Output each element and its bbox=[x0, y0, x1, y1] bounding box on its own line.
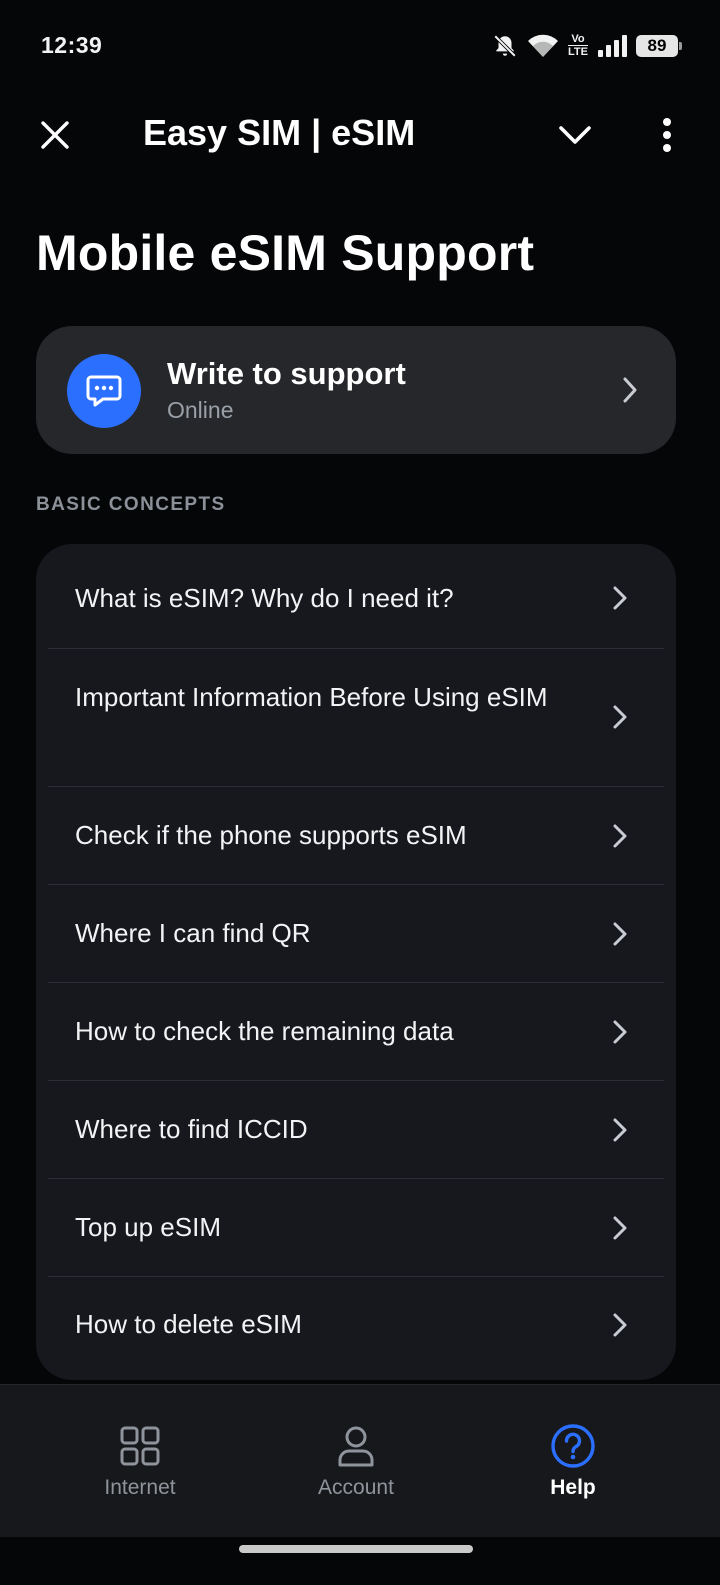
close-button[interactable] bbox=[30, 110, 80, 160]
more-options-button[interactable] bbox=[647, 110, 687, 160]
bottom-nav: Internet Account Help bbox=[0, 1384, 720, 1537]
close-icon bbox=[41, 121, 69, 149]
faq-item-find-iccid[interactable]: Where to find ICCID bbox=[36, 1081, 676, 1178]
support-title: Write to support bbox=[167, 356, 406, 391]
page-title: Mobile eSIM Support bbox=[36, 225, 535, 281]
faq-item-what-is-esim[interactable]: What is eSIM? Why do I need it? bbox=[36, 544, 676, 648]
faq-item-important-information[interactable]: Important Information Before Using eSIM bbox=[36, 649, 676, 786]
status-bar: 12:39 Vo LTE 89 bbox=[0, 0, 720, 90]
header-title: Easy SIM | eSIM bbox=[143, 112, 416, 153]
person-icon bbox=[333, 1423, 379, 1469]
faq-item-label: Check if the phone supports eSIM bbox=[75, 820, 467, 850]
faq-item-find-qr[interactable]: Where I can find QR bbox=[36, 885, 676, 982]
faq-item-top-up[interactable]: Top up eSIM bbox=[36, 1179, 676, 1276]
faq-item-label: Where I can find QR bbox=[75, 918, 311, 948]
support-status: Online bbox=[167, 397, 234, 423]
chat-message-icon bbox=[86, 375, 122, 407]
faq-item-label: What is eSIM? Why do I need it? bbox=[75, 583, 454, 613]
write-to-support-card[interactable]: Write to support Online bbox=[36, 326, 676, 454]
chevron-right-icon bbox=[613, 824, 627, 848]
faq-item-label: Where to find ICCID bbox=[75, 1114, 308, 1144]
support-avatar bbox=[67, 354, 141, 428]
chevron-right-icon bbox=[613, 1020, 627, 1044]
chevron-down-icon bbox=[559, 126, 591, 144]
faq-item-delete-esim[interactable]: How to delete eSIM bbox=[36, 1277, 676, 1380]
chevron-right-icon bbox=[613, 1118, 627, 1142]
volte-bottom-label: LTE bbox=[568, 45, 588, 58]
status-icons: Vo LTE 89 bbox=[492, 30, 682, 62]
battery-icon: 89 bbox=[636, 35, 682, 57]
faq-item-check-phone-support[interactable]: Check if the phone supports eSIM bbox=[36, 787, 676, 884]
chevron-right-icon bbox=[613, 586, 627, 610]
chevron-right-icon bbox=[613, 1313, 627, 1337]
signal-icon bbox=[597, 34, 627, 58]
nav-item-help[interactable]: Help bbox=[453, 1385, 693, 1525]
nav-item-account[interactable]: Account bbox=[236, 1385, 476, 1525]
nav-label-help: Help bbox=[550, 1476, 596, 1499]
help-icon bbox=[550, 1423, 596, 1469]
more-vertical-icon bbox=[663, 118, 671, 152]
home-indicator[interactable] bbox=[239, 1545, 473, 1553]
app-header: Easy SIM | eSIM bbox=[0, 100, 720, 170]
chevron-right-icon bbox=[613, 705, 627, 729]
chevron-right-icon bbox=[613, 1216, 627, 1240]
grid-icon bbox=[117, 1423, 163, 1469]
wifi-icon bbox=[527, 33, 559, 59]
faq-item-label: Important Information Before Using eSIM bbox=[75, 682, 548, 712]
nav-item-internet[interactable]: Internet bbox=[20, 1385, 260, 1525]
faq-list: What is eSIM? Why do I need it? Importan… bbox=[36, 544, 676, 1380]
nav-label-account: Account bbox=[318, 1476, 394, 1499]
bell-off-icon bbox=[492, 33, 518, 59]
faq-item-label: How to check the remaining data bbox=[75, 1016, 454, 1046]
status-time: 12:39 bbox=[41, 32, 103, 58]
volte-icon: Vo LTE bbox=[568, 34, 588, 58]
volte-top-label: Vo bbox=[571, 33, 585, 45]
collapse-button[interactable] bbox=[550, 110, 600, 160]
faq-item-label: How to delete eSIM bbox=[75, 1309, 302, 1339]
nav-label-internet: Internet bbox=[104, 1476, 176, 1499]
chevron-right-icon bbox=[623, 377, 637, 403]
chevron-right-icon bbox=[613, 922, 627, 946]
faq-item-label: Top up eSIM bbox=[75, 1212, 221, 1242]
faq-item-remaining-data[interactable]: How to check the remaining data bbox=[36, 983, 676, 1080]
section-heading: BASIC CONCEPTS bbox=[36, 494, 226, 515]
